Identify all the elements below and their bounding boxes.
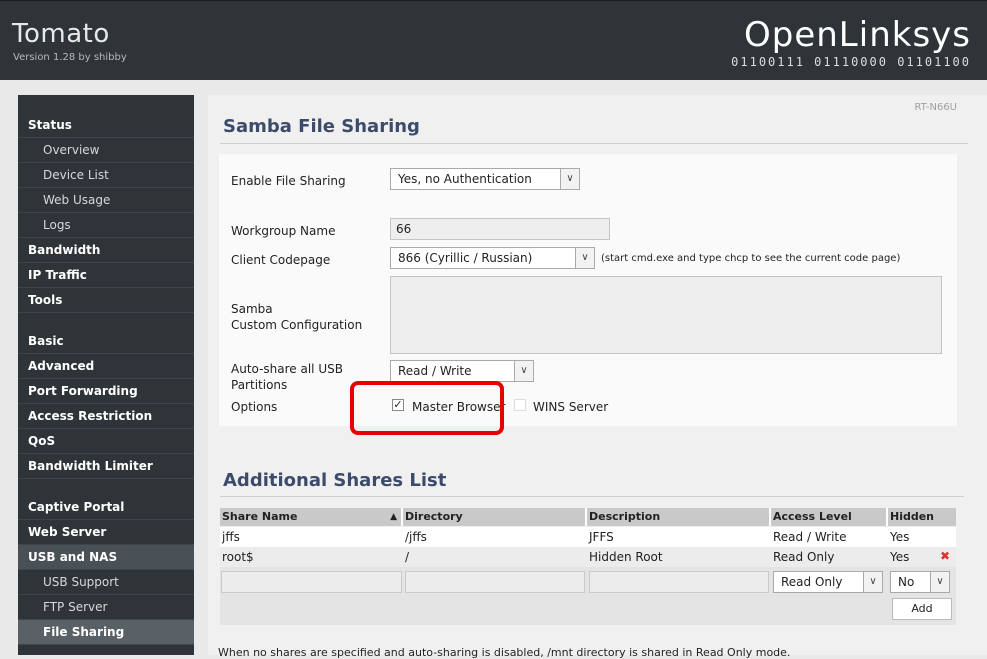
sidebar-nav: Status Overview Device List Web Usage Lo… — [18, 95, 194, 655]
section-divider — [220, 143, 968, 144]
column-header-access-level[interactable]: Access Level — [771, 508, 888, 526]
section-divider — [220, 496, 964, 497]
logo-binary-text: 01100111 01110000 01101100 — [731, 55, 971, 69]
new-hidden-select[interactable]: No ∨ — [890, 571, 950, 593]
share-name-cell: root$ — [222, 550, 254, 564]
sidebar-item-bandwidth-limiter[interactable]: Bandwidth Limiter — [18, 454, 194, 479]
samba-custom-label-line2: Custom Configuration — [231, 318, 363, 332]
chevron-down-icon: ∨ — [863, 572, 882, 592]
chevron-down-icon: ∨ — [560, 169, 579, 189]
options-label: Options — [231, 400, 278, 414]
brand-version: Version 1.28 by shibby — [13, 52, 127, 63]
shares-section-title: Additional Shares List — [223, 470, 447, 491]
codepage-hint: (start cmd.exe and type chcp to see the … — [601, 253, 901, 264]
sort-ascending-icon: ▲ — [390, 512, 397, 522]
directory-cell: /jffs — [405, 530, 427, 544]
new-description-input[interactable] — [589, 571, 769, 593]
sidebar-item-web-usage[interactable]: Web Usage — [18, 188, 194, 213]
autoshare-label-line2: Partitions — [231, 378, 288, 392]
samba-custom-config-textarea[interactable] — [390, 276, 942, 354]
router-model: RT-N66U — [914, 102, 957, 113]
sidebar-item-web-server[interactable]: Web Server — [18, 520, 194, 545]
column-header-directory[interactable]: Directory — [403, 508, 587, 526]
autoshare-select[interactable]: Read / Write ∨ — [390, 360, 534, 382]
new-directory-input[interactable] — [405, 571, 585, 593]
client-codepage-select[interactable]: 866 (Cyrillic / Russian) ∨ — [390, 247, 595, 269]
enable-file-sharing-select[interactable]: Yes, no Authentication ∨ — [390, 168, 580, 190]
wins-server-checkbox[interactable] — [514, 399, 526, 411]
sidebar-item-port-forwarding[interactable]: Port Forwarding — [18, 379, 194, 404]
hidden-cell: Yes — [890, 530, 910, 544]
column-header-hidden[interactable]: Hidden — [888, 508, 956, 526]
autoshare-value: Read / Write — [398, 364, 472, 378]
column-header-description[interactable]: Description — [587, 508, 771, 526]
sidebar-item-basic[interactable]: Basic — [18, 329, 194, 354]
new-hidden-value: No — [898, 575, 915, 589]
sidebar-item-usb-and-nas[interactable]: USB and NAS — [18, 545, 194, 570]
directory-cell: / — [405, 550, 410, 564]
main-content: RT-N66U Samba File Sharing Enable File S… — [208, 95, 987, 659]
openlinksys-logo: OpenLinksys — [744, 15, 971, 55]
samba-section-title: Samba File Sharing — [223, 116, 420, 137]
wins-server-label: WINS Server — [533, 400, 609, 414]
sidebar-item-status[interactable]: Status — [18, 113, 194, 138]
sidebar-item-device-list[interactable]: Device List — [18, 163, 194, 188]
client-codepage-value: 866 (Cyrillic / Russian) — [398, 251, 533, 265]
chevron-down-icon: ∨ — [575, 248, 594, 268]
new-access-level-select[interactable]: Read Only ∨ — [773, 571, 883, 593]
autoshare-label-line1: Auto-share all USB — [231, 362, 343, 376]
new-share-name-input[interactable] — [221, 571, 402, 593]
app-header: Tomato Version 1.28 by shibby OpenLinksy… — [0, 0, 987, 80]
column-header-share-name[interactable]: Share Name ▲ — [220, 508, 403, 526]
brand-title: Tomato — [12, 19, 110, 49]
chevron-down-icon: ∨ — [930, 572, 949, 592]
column-label: Share Name — [222, 510, 298, 523]
add-share-button[interactable]: Add — [892, 598, 952, 620]
samba-custom-label-line1: Samba — [231, 302, 273, 316]
chevron-down-icon: ∨ — [514, 361, 533, 381]
samba-settings-panel: Enable File Sharing Yes, no Authenticati… — [219, 154, 957, 426]
client-codepage-label: Client Codepage — [231, 253, 331, 267]
workgroup-name-label: Workgroup Name — [231, 224, 336, 238]
delete-icon[interactable]: ✖ — [940, 549, 950, 563]
description-cell: Hidden Root — [589, 550, 663, 564]
enable-file-sharing-label: Enable File Sharing — [231, 174, 346, 188]
share-name-cell: jffs — [222, 530, 240, 544]
sidebar-item-qos[interactable]: QoS — [18, 429, 194, 454]
sidebar-item-advanced[interactable]: Advanced — [18, 354, 194, 379]
new-access-level-value: Read Only — [781, 575, 843, 589]
sidebar-item-overview[interactable]: Overview — [18, 138, 194, 163]
sidebar-item-tools[interactable]: Tools — [18, 288, 194, 313]
sidebar-item-ip-traffic[interactable]: IP Traffic — [18, 263, 194, 288]
sidebar-item-access-restriction[interactable]: Access Restriction — [18, 404, 194, 429]
hidden-cell: Yes — [890, 550, 910, 564]
sidebar-item-ftp-server[interactable]: FTP Server — [18, 595, 194, 620]
access-level-cell: Read / Write — [773, 530, 847, 544]
workgroup-name-input[interactable]: 66 — [390, 218, 610, 240]
enable-file-sharing-value: Yes, no Authentication — [398, 172, 532, 186]
highlight-annotation — [350, 381, 504, 435]
access-level-cell: Read Only — [773, 550, 835, 564]
description-cell: JFFS — [589, 530, 614, 544]
sidebar-item-bandwidth[interactable]: Bandwidth — [18, 238, 194, 263]
sidebar-item-captive-portal[interactable]: Captive Portal — [18, 495, 194, 520]
sidebar-item-logs[interactable]: Logs — [18, 213, 194, 238]
sidebar-item-file-sharing[interactable]: File Sharing — [18, 620, 194, 645]
sidebar-item-usb-support[interactable]: USB Support — [18, 570, 194, 595]
